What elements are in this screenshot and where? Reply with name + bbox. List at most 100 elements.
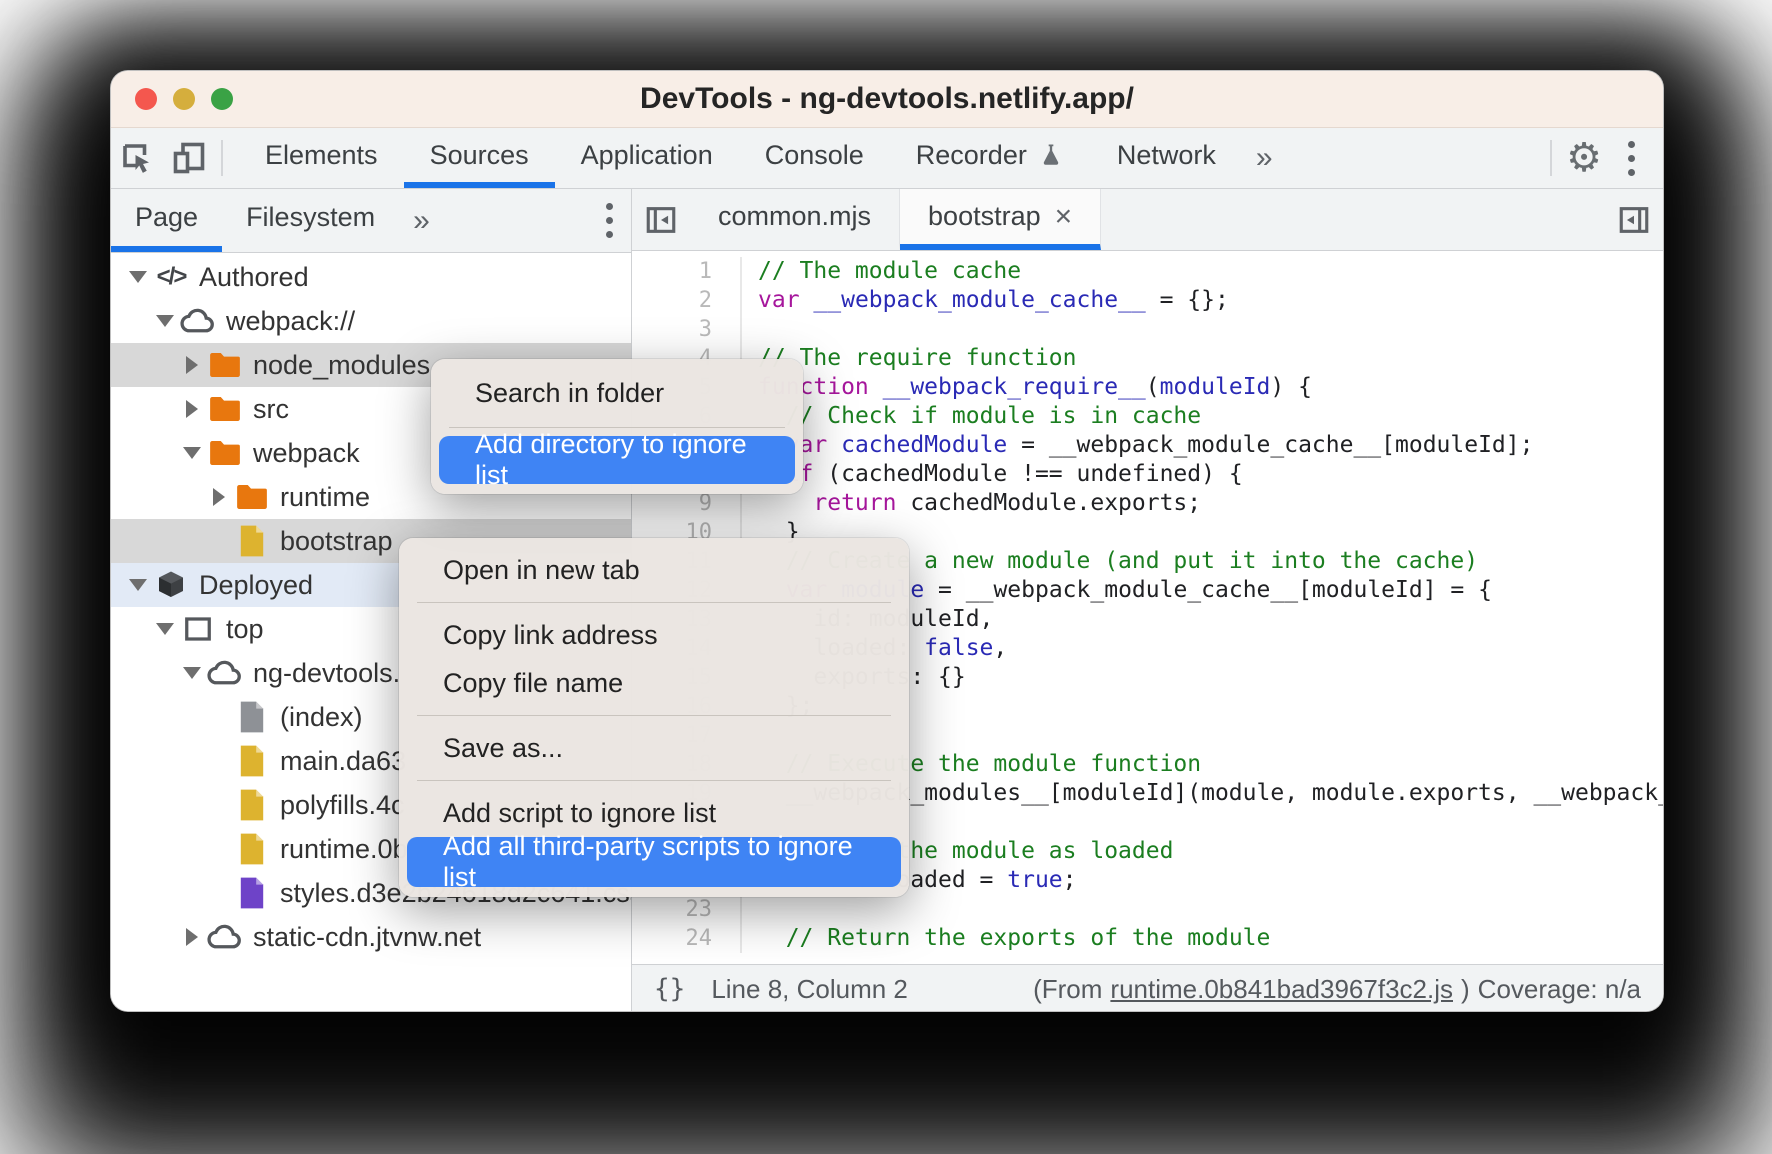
- code-text: if (cachedModule !== undefined) {: [742, 460, 1243, 489]
- sidebar-tab-filesystem[interactable]: Filesystem: [222, 189, 399, 252]
- line-number[interactable]: 3: [632, 315, 742, 344]
- file-icon: [232, 524, 272, 558]
- close-tab-icon[interactable]: ×: [1055, 200, 1073, 234]
- tab-sources[interactable]: Sources: [404, 128, 555, 188]
- editor-tab-common-mjs[interactable]: common.mjs: [690, 189, 900, 250]
- editor-tab-label: common.mjs: [718, 201, 871, 232]
- file-icon: [232, 700, 272, 734]
- code-icon: </>: [151, 263, 191, 291]
- code-text: // Return the exports of the module: [742, 924, 1270, 953]
- code-text: function __webpack_require__(moduleId) {: [742, 373, 1312, 402]
- tree-item-label: main.da63: [280, 746, 406, 777]
- tab-console[interactable]: Console: [739, 128, 890, 188]
- code-text: [742, 895, 758, 924]
- more-tabs-icon[interactable]: »: [1242, 141, 1287, 175]
- tree-item-label: src: [253, 394, 289, 425]
- code-text: // Check if module is in cache: [742, 402, 1201, 431]
- tree-item-label: polyfills.4c: [280, 790, 405, 821]
- tab-network[interactable]: Network: [1091, 128, 1242, 188]
- gear-icon[interactable]: ⚙: [1558, 132, 1610, 184]
- tab-label: Sources: [430, 140, 529, 171]
- folder-icon: [205, 350, 245, 380]
- code-line[interactable]: 3: [632, 315, 1663, 344]
- code-line[interactable]: 23: [632, 895, 1663, 924]
- sourcemap-file-link[interactable]: runtime.0b841bad3967f3c2.js: [1110, 974, 1453, 1005]
- device-toolbar-icon[interactable]: [163, 132, 215, 184]
- tree-item-label: Authored: [199, 262, 309, 293]
- navigator-tabs: PageFilesystem»: [111, 189, 631, 253]
- disclosure-right-icon[interactable]: [179, 356, 205, 374]
- menu-item-copy-file-name[interactable]: Copy file name: [399, 659, 909, 707]
- toggle-debugger-sidebar-icon[interactable]: [1605, 189, 1663, 250]
- devtools-window: DevTools - ng-devtools.netlify.app/ Elem…: [110, 70, 1664, 1012]
- disclosure-right-icon[interactable]: [179, 928, 205, 946]
- folder-icon: [232, 482, 272, 512]
- tree-item-webpack-[interactable]: webpack://: [111, 299, 631, 343]
- code-text: [742, 315, 758, 344]
- disclosure-down-icon[interactable]: [125, 579, 151, 591]
- code-line[interactable]: 1// The module cache: [632, 257, 1663, 286]
- tab-label: Recorder: [916, 140, 1027, 171]
- code-text: // The module cache: [742, 257, 1021, 286]
- disclosure-down-icon[interactable]: [152, 623, 178, 635]
- tree-item-label: ng-devtools.: [253, 658, 400, 689]
- menu-item-copy-link-address[interactable]: Copy link address: [399, 611, 909, 659]
- kebab-icon[interactable]: [1610, 131, 1653, 186]
- code-line[interactable]: 2var __webpack_module_cache__ = {};: [632, 286, 1663, 315]
- line-number[interactable]: 1: [632, 257, 742, 286]
- sourcemap-from-prefix: (From: [1033, 974, 1102, 1005]
- tree-item-label: bootstrap: [280, 526, 393, 557]
- menu-item-add-directory-to-ignore-list[interactable]: Add directory to ignore list: [439, 436, 795, 484]
- line-number[interactable]: 2: [632, 286, 742, 315]
- menu-item-save-as-[interactable]: Save as...: [399, 724, 909, 772]
- tree-item-authored[interactable]: </> Authored: [111, 255, 631, 299]
- flask-icon: [1037, 140, 1065, 170]
- coverage-status: Coverage: n/a: [1478, 974, 1641, 1005]
- cursor-position: Line 8, Column 2: [711, 974, 908, 1005]
- disclosure-down-icon[interactable]: [152, 315, 178, 327]
- sidebar-more-tabs-icon[interactable]: »: [399, 189, 444, 252]
- file-icon: [232, 832, 272, 866]
- cloud-icon: [178, 306, 218, 336]
- menu-item-open-in-new-tab[interactable]: Open in new tab: [399, 546, 909, 594]
- tree-item-label: webpack://: [226, 306, 355, 337]
- editor-tab-bootstrap[interactable]: bootstrap ×: [900, 189, 1101, 250]
- menu-item-add-all-third-party-scripts-to-ignore-list[interactable]: Add all third-party scripts to ignore li…: [407, 837, 901, 887]
- inspect-icon[interactable]: [111, 132, 163, 184]
- disclosure-down-icon[interactable]: [179, 667, 205, 679]
- tab-elements[interactable]: Elements: [239, 128, 404, 188]
- sidebar-kebab-icon[interactable]: [588, 193, 631, 248]
- tree-item-label: webpack: [253, 438, 360, 469]
- line-number[interactable]: 23: [632, 895, 742, 924]
- tree-item-label: runtime.0b: [280, 834, 408, 865]
- menu-item-add-script-to-ignore-list[interactable]: Add script to ignore list: [399, 789, 909, 837]
- toggle-navigator-icon[interactable]: [632, 189, 690, 250]
- disclosure-right-icon[interactable]: [179, 400, 205, 418]
- toolbar-divider: [221, 140, 223, 176]
- tab-label: Console: [765, 140, 864, 171]
- file-icon: [232, 876, 272, 910]
- editor-tab-label: bootstrap: [928, 201, 1041, 232]
- line-number[interactable]: 24: [632, 924, 742, 953]
- pretty-print-icon[interactable]: {}: [654, 974, 685, 1004]
- panel-tabs: Elements Sources Application Console Recorde…: [239, 128, 1242, 188]
- sourcemap-from-suffix: ): [1461, 974, 1470, 1005]
- disclosure-down-icon[interactable]: [125, 271, 151, 283]
- toolbar-divider-right: [1550, 140, 1552, 176]
- disclosure-right-icon[interactable]: [206, 488, 232, 506]
- code-line[interactable]: 24 // Return the exports of the module: [632, 924, 1663, 953]
- tab-recorder[interactable]: Recorder: [890, 128, 1091, 188]
- disclosure-down-icon[interactable]: [179, 447, 205, 459]
- sidebar-tab-page[interactable]: Page: [111, 189, 222, 252]
- file-icon: [232, 788, 272, 822]
- tree-item-label: runtime: [280, 482, 370, 513]
- tab-label: Network: [1117, 140, 1216, 171]
- menu-separator: [417, 715, 891, 716]
- tab-application[interactable]: Application: [555, 128, 739, 188]
- titlebar: DevTools - ng-devtools.netlify.app/: [111, 71, 1663, 128]
- tree-item-label: node_modules: [253, 350, 430, 381]
- window-title: DevTools - ng-devtools.netlify.app/: [111, 82, 1663, 116]
- folder-icon: [205, 438, 245, 468]
- menu-item-search-in-folder[interactable]: Search in folder: [431, 367, 803, 419]
- tree-item-static-cdn-jtvnw-net[interactable]: static-cdn.jtvnw.net: [111, 915, 631, 959]
